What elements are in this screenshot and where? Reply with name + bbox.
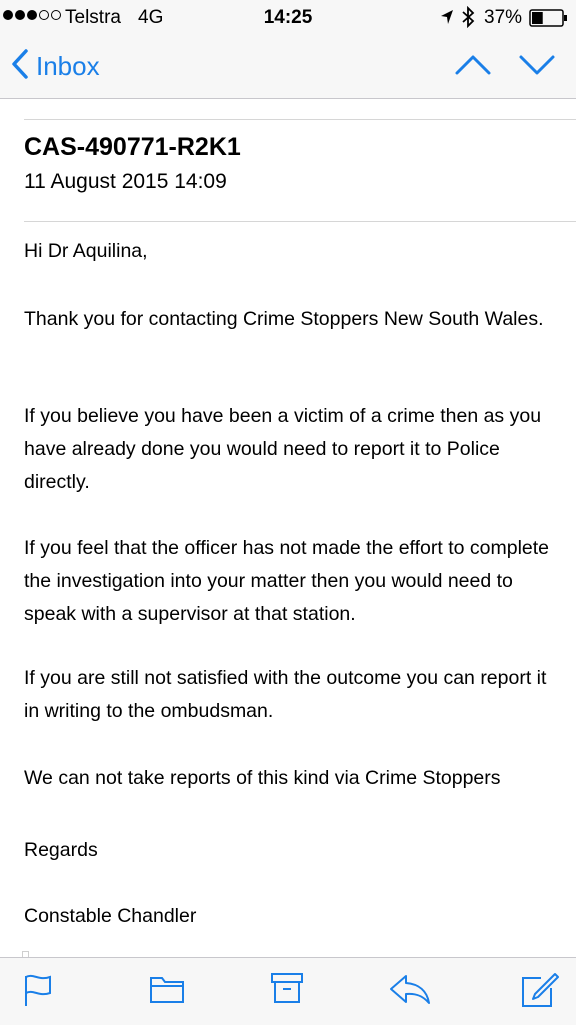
- status-bar: Telstra 4G 14:25 37%: [0, 0, 576, 34]
- message-paragraph: If you believe you have been a victim of…: [24, 405, 542, 493]
- header-top-divider: [24, 119, 576, 120]
- archive-button[interactable]: [270, 972, 304, 1009]
- folder-icon: [149, 977, 185, 1008]
- flag-icon: [23, 974, 53, 1012]
- message-paragraph: If you feel that the officer has not mad…: [24, 537, 550, 625]
- reply-button[interactable]: [388, 972, 432, 1011]
- message-closing: Regards: [24, 839, 98, 861]
- bluetooth-icon: [461, 5, 475, 34]
- battery-percentage: 37%: [484, 7, 523, 28]
- message-signature: Constable Chandler: [24, 905, 197, 927]
- message-paragraph: If you are still not satisfied with the …: [24, 667, 547, 722]
- message-date: 11 August 2015 14:09: [24, 170, 227, 193]
- bottom-toolbar: [0, 957, 576, 1025]
- compose-button[interactable]: [519, 972, 559, 1013]
- battery-icon: [529, 9, 569, 33]
- next-message-button[interactable]: [518, 50, 556, 85]
- location-arrow-icon: [440, 9, 454, 31]
- archive-icon: [270, 973, 304, 1008]
- message-greeting: Hi Dr Aquilina,: [24, 240, 148, 262]
- message-paragraph: Thank you for contacting Crime Stoppers …: [24, 308, 544, 330]
- message-paragraph: We can not take reports of this kind via…: [24, 767, 501, 789]
- move-to-folder-button[interactable]: [149, 972, 185, 1009]
- chevron-down-icon: [518, 55, 556, 84]
- back-label: Inbox: [36, 50, 100, 81]
- compose-icon: [519, 973, 559, 1012]
- header-bottom-divider: [24, 221, 576, 222]
- reply-icon: [388, 975, 432, 1010]
- back-to-inbox-button[interactable]: Inbox: [10, 48, 100, 84]
- chevron-up-icon: [454, 55, 492, 84]
- chevron-left-icon: [10, 48, 30, 85]
- previous-message-button[interactable]: [454, 50, 492, 85]
- navigation-bar: Inbox: [0, 34, 576, 99]
- flag-button[interactable]: [23, 972, 53, 1013]
- message-subject: CAS-490771-R2K1: [24, 133, 241, 161]
